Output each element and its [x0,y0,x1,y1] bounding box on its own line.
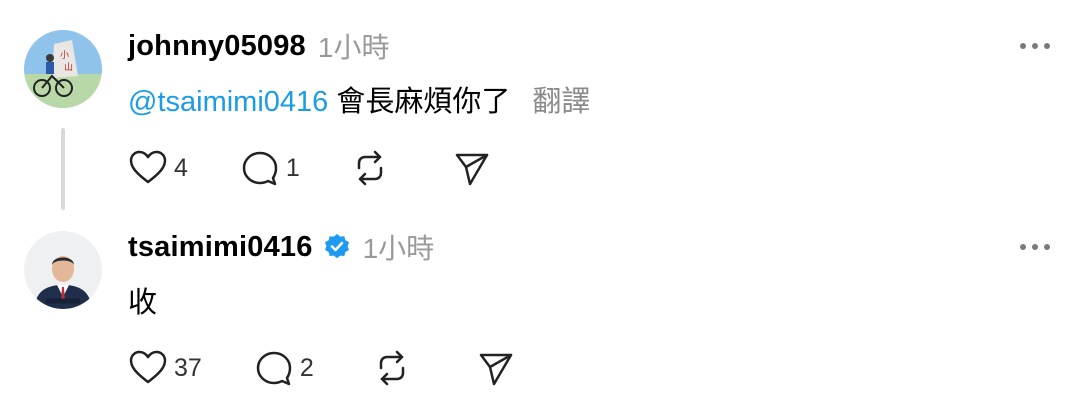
like-button[interactable]: 37 [128,348,202,388]
share-button[interactable] [476,348,516,388]
reply-button[interactable]: 1 [240,148,300,188]
mention-link[interactable]: @tsaimimi0416 [128,86,328,118]
svg-text:小: 小 [60,50,69,61]
post-body: 收 [128,287,158,319]
repost-button[interactable] [372,348,412,388]
verified-badge-icon [324,234,349,259]
more-options-icon[interactable] [1020,242,1050,252]
post-header: tsaimimi0416 1小時 [128,227,434,267]
reply-button[interactable]: 2 [254,348,314,388]
heart-icon [129,350,167,384]
reply-post-1: 小 山 johnny05098 1小時 @tsaimimi0416 會長麻煩你了… [0,0,1080,215]
reply-post-2: tsaimimi0416 1小時 收 37 2 [0,215,1080,419]
like-count: 37 [174,353,202,382]
timestamp: 1小時 [317,32,390,63]
thread-line [61,128,65,210]
translate-link[interactable]: 翻譯 [532,86,590,118]
timestamp: 1小時 [362,233,435,264]
avatar[interactable] [24,231,102,309]
avatar[interactable]: 小 山 [24,30,102,108]
post-text: @tsaimimi0416 會長麻煩你了 翻譯 [128,78,590,120]
repost-icon [357,150,383,186]
post-body: 會長麻煩你了 [336,86,511,118]
like-button[interactable]: 4 [128,148,188,188]
like-count: 4 [174,153,188,182]
username[interactable]: johnny05098 [128,30,306,63]
comment-icon [256,351,292,386]
send-icon [479,353,512,386]
share-button[interactable] [452,148,492,188]
more-options-icon[interactable] [1020,41,1050,51]
post-text: 收 [128,279,157,321]
repost-button[interactable] [350,148,390,188]
reply-count: 2 [299,353,314,382]
post-header: johnny05098 1小時 [128,26,389,66]
heart-icon [129,150,167,184]
username[interactable]: tsaimimi0416 [128,231,313,264]
comment-icon [242,151,278,186]
action-bar: 4 1 [128,148,492,188]
reply-count: 1 [285,153,300,182]
repost-icon [379,350,404,386]
svg-text:山: 山 [64,62,73,73]
action-bar: 37 2 [128,348,516,388]
send-icon [455,153,489,186]
